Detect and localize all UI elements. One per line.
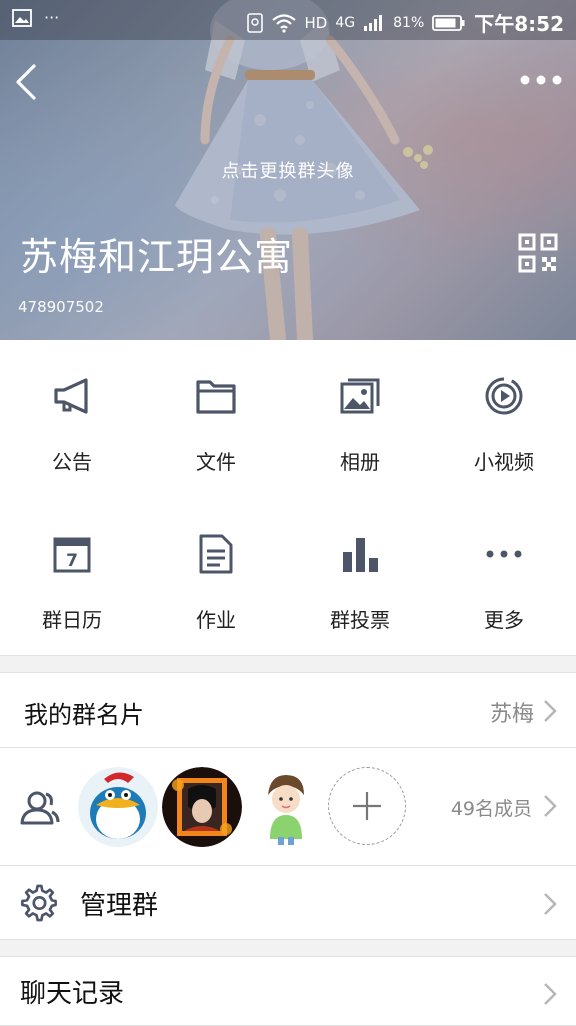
chat-history-row[interactable]: 聊天记录 [0,956,576,1026]
more-functions-label: 更多 [484,608,524,632]
group-vote-button[interactable]: 群投票 [288,498,432,656]
album-icon [340,378,380,414]
group-cover-header: ··· HD 4G 81% 下午8:52 点击更换群头像 苏梅和江玥公寓 478… [0,0,576,340]
manage-group-label: 管理群 [80,891,159,921]
short-video-button[interactable]: 小视频 [432,340,576,498]
status-bar: ··· HD 4G 81% 下午8:52 [0,0,576,40]
my-group-card-label: 我的群名片 [24,701,144,729]
sim-icon [246,12,263,33]
group-name: 苏梅和江玥公寓 [20,235,294,279]
member-count: 49名成员 [450,798,532,820]
add-member-button[interactable] [328,767,406,845]
folder-icon [196,380,236,414]
homework-label: 作业 [196,608,236,632]
chevron-right-icon [544,700,557,722]
network-label: HD [304,13,328,32]
chevron-right-icon [544,983,557,1005]
manage-group-row[interactable]: 管理群 [0,866,576,940]
files-label: 文件 [196,450,236,474]
more-notifications-icon: ··· [44,8,60,27]
megaphone-icon [54,378,88,414]
calendar-icon: 7 [53,537,91,573]
my-group-card-row[interactable]: 我的群名片 苏梅 [0,672,576,748]
member-avatar[interactable] [78,767,158,847]
gear-icon [21,884,57,922]
plus-icon [353,792,381,820]
clock: 下午8:52 [474,12,564,36]
bar-chart-icon [343,538,378,572]
signal-type-label: 4G [335,14,356,31]
member-avatar[interactable] [246,767,326,847]
back-button[interactable] [10,60,50,104]
more-options-button[interactable] [518,64,564,96]
files-button[interactable]: 文件 [144,340,288,498]
more-dots-icon [486,550,522,558]
group-id: 478907502 [18,298,104,316]
group-calendar-label: 群日历 [42,608,102,632]
members-icon [20,791,60,825]
change-group-avatar-link[interactable]: 点击更换群头像 [0,157,576,183]
member-avatar[interactable] [162,767,242,847]
more-functions-button[interactable]: 更多 [432,498,576,656]
my-group-card-value: 苏梅 [489,702,534,727]
wifi-icon [271,13,296,33]
battery-icon [432,14,465,31]
group-functions-grid: 公告 文件 相册 小视频 7 群日历 作业 群投票 更多 [0,340,576,656]
group-members-row[interactable]: 49名成员 [0,748,576,866]
announcement-button[interactable]: 公告 [0,340,144,498]
qr-code-button[interactable] [518,233,558,273]
chevron-right-icon [544,795,557,817]
album-label: 相册 [340,450,380,474]
battery-percent: 81% [393,14,425,31]
announcement-label: 公告 [52,450,92,474]
chevron-right-icon [544,893,557,915]
short-video-label: 小视频 [474,450,534,474]
chat-history-label: 聊天记录 [20,979,125,1009]
video-icon [485,377,523,415]
group-vote-label: 群投票 [330,608,390,632]
gallery-notification-icon [12,8,32,27]
document-icon [199,534,233,574]
homework-button[interactable]: 作业 [144,498,288,656]
group-calendar-button[interactable]: 7 群日历 [0,498,144,656]
album-button[interactable]: 相册 [288,340,432,498]
signal-icon [364,14,383,31]
calendar-day-number: 7 [66,551,78,571]
